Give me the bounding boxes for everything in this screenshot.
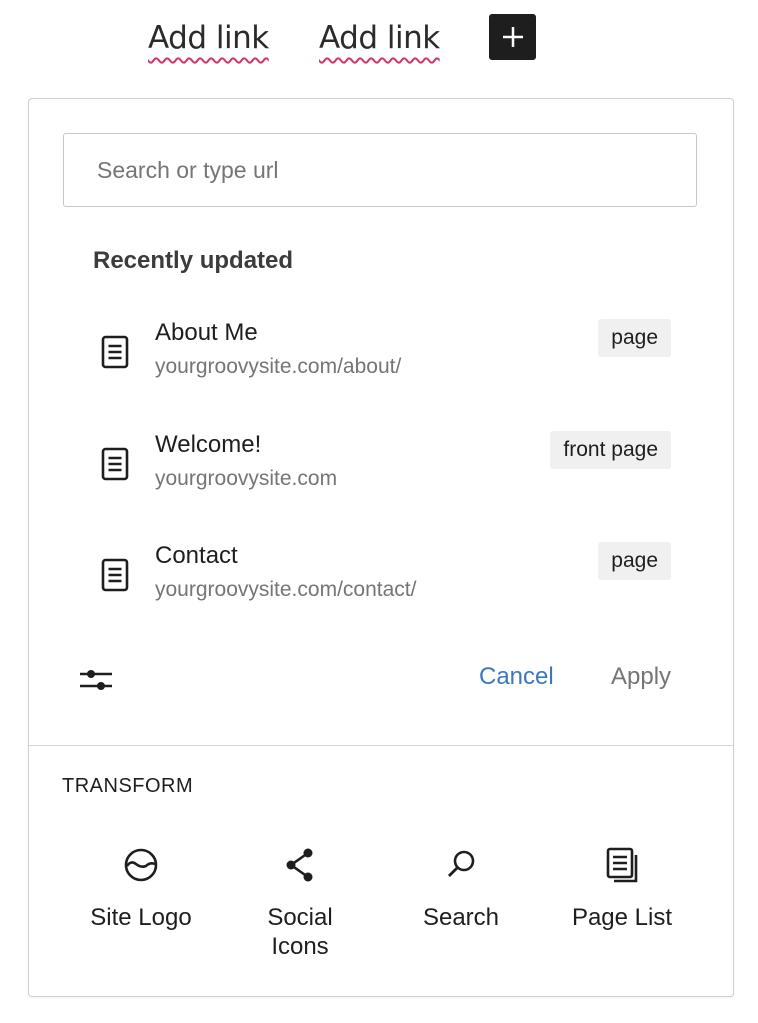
transform-site-logo[interactable]: Site Logo (66, 845, 216, 932)
result-type-badge: front page (550, 431, 671, 469)
add-block-button[interactable] (489, 14, 536, 60)
result-item-welcome[interactable]: Welcome! yourgroovysite.com front page (93, 431, 673, 521)
link-settings-icon[interactable] (79, 665, 113, 695)
result-title: About Me (155, 319, 258, 346)
search-icon (448, 850, 475, 877)
search-url-input[interactable] (63, 133, 697, 207)
result-title: Contact (155, 542, 238, 569)
page-icon (101, 447, 129, 481)
page-icon (101, 558, 129, 592)
link-popover: Recently updated About Me yourgroovysite… (28, 98, 734, 997)
nav-link-add-2[interactable]: Add link (319, 16, 440, 60)
page-icon (101, 335, 129, 369)
apply-button[interactable]: Apply (611, 663, 671, 691)
transform-label: Social Icons (267, 904, 333, 960)
result-type-badge: page (598, 319, 671, 357)
transform-label: Page List (571, 904, 673, 931)
result-item-contact[interactable]: Contact yourgroovysite.com/contact/ page (93, 542, 673, 632)
transform-label: Site Logo (90, 904, 192, 931)
result-title: Welcome! (155, 431, 262, 458)
transform-page-list[interactable]: Page List (547, 845, 697, 932)
transform-label: Search (422, 904, 500, 931)
nav-link-add-1[interactable]: Add link (148, 16, 269, 60)
page-list-icon (606, 847, 638, 883)
divider (29, 745, 733, 746)
site-logo-icon (124, 848, 158, 882)
result-url: yourgroovysite.com (155, 467, 338, 490)
cancel-button[interactable]: Cancel (479, 663, 554, 691)
transform-heading: TRANSFORM (62, 775, 194, 797)
transform-search[interactable]: Search (386, 845, 536, 932)
result-item-about-me[interactable]: About Me yourgroovysite.com/about/ page (93, 319, 673, 409)
transform-social-icons[interactable]: Social Icons (225, 845, 375, 961)
result-url: yourgroovysite.com/contact/ (155, 578, 417, 601)
plus-icon (502, 27, 523, 47)
result-url: yourgroovysite.com/about/ (155, 355, 402, 378)
result-type-badge: page (598, 542, 671, 580)
share-icon (286, 848, 313, 882)
recently-updated-heading: Recently updated (93, 247, 294, 274)
